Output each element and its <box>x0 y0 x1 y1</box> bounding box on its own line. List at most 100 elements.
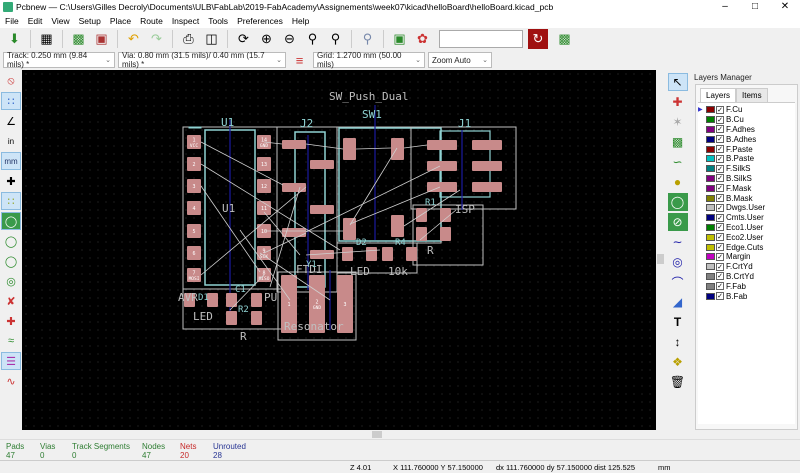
layer-color-swatch[interactable] <box>706 174 715 182</box>
layer-visibility-checkbox[interactable]: ✓ <box>716 164 724 173</box>
add-line-icon[interactable]: ∼ <box>668 233 688 251</box>
layer-color-swatch[interactable] <box>706 135 715 143</box>
layer-color-swatch[interactable] <box>706 253 715 261</box>
units-inch-icon[interactable]: in <box>1 132 21 150</box>
polar-coords-icon[interactable]: ∠ <box>1 112 21 130</box>
grid-icon[interactable]: ∷ <box>1 92 21 110</box>
layer-color-swatch[interactable] <box>706 106 715 114</box>
footprint-editor-icon[interactable]: ▩ <box>68 29 89 49</box>
layer-color-swatch[interactable] <box>706 263 715 271</box>
grid-select[interactable]: Grid: 1.2700 mm (50.00 mils) ⌄ <box>313 51 425 69</box>
search-input[interactable] <box>439 30 523 48</box>
scroll-thumb[interactable] <box>372 431 382 438</box>
drc-off-icon[interactable]: ⦸ <box>1 72 21 90</box>
layer-visibility-checkbox[interactable]: ✓ <box>716 252 724 261</box>
layer-color-swatch[interactable] <box>706 145 715 153</box>
layer-visibility-checkbox[interactable]: ✓ <box>716 292 724 301</box>
layer-visibility-checkbox[interactable]: ✓ <box>716 223 724 232</box>
page-settings-icon[interactable]: ▦ <box>36 29 57 49</box>
close-button[interactable]: ✕ <box>770 0 800 14</box>
layer-row-dwgs-user[interactable]: ✓ Dwgs.User <box>698 203 795 213</box>
vertical-scrollbar[interactable] <box>656 70 665 430</box>
layer-color-swatch[interactable] <box>706 116 715 124</box>
layer-row-b-silks[interactable]: ✓ B.SilkS <box>698 174 795 184</box>
redo-icon[interactable]: ↷ <box>146 29 167 49</box>
microwave-icon[interactable]: ✚ <box>1 312 21 330</box>
layer-color-swatch[interactable] <box>706 292 715 300</box>
add-footprint-icon[interactable]: ▩ <box>668 133 688 151</box>
via-size-select[interactable]: Via: 0.80 mm (31.5 mils)/ 0.40 mm (15.7 … <box>118 51 286 69</box>
ratsnest-icon[interactable]: ∷ <box>1 192 21 210</box>
delete-icon[interactable]: 🗑 <box>668 373 688 391</box>
units-mm-icon[interactable]: mm <box>1 152 21 170</box>
menu-help[interactable]: Help <box>292 16 309 26</box>
layer-row-b-adhes[interactable]: ✓ B.Adhes <box>698 134 795 144</box>
zoom-selection-icon[interactable]: ⚲ <box>325 29 346 49</box>
layer-color-swatch[interactable] <box>706 204 715 212</box>
find-icon[interactable]: ⚲ <box>357 29 378 49</box>
zoom-fit-icon[interactable]: ⚲ <box>302 29 323 49</box>
length-tuning-icon[interactable]: ∿ <box>1 372 21 390</box>
layer-row-f-paste[interactable]: ✓ F.Paste <box>698 144 795 154</box>
layer-color-swatch[interactable] <box>706 194 715 202</box>
keepout-area-icon[interactable]: ⊘ <box>667 213 688 231</box>
add-arc-icon[interactable]: ⌒ <box>668 273 688 291</box>
layer-color-swatch[interactable] <box>706 165 715 173</box>
add-polygon-icon[interactable]: ◢ <box>668 293 688 311</box>
layer-row-edge-cuts[interactable]: ✓ Edge.Cuts <box>698 242 795 252</box>
menu-edit[interactable]: Edit <box>28 16 43 26</box>
layer-alignment-target-icon[interactable]: ❖ <box>668 353 688 371</box>
layer-visibility-checkbox[interactable]: ✓ <box>716 282 724 291</box>
horizontal-scrollbar[interactable] <box>22 430 656 439</box>
layer-color-swatch[interactable] <box>706 125 715 133</box>
local-ratsnest-icon[interactable]: ✶ <box>668 113 688 131</box>
layer-row-cmts-user[interactable]: ✓ Cmts.User <box>698 213 795 223</box>
layer-visibility-checkbox[interactable]: ✓ <box>716 135 724 144</box>
menu-setup[interactable]: Setup <box>79 16 101 26</box>
route-track-icon[interactable]: ∽ <box>668 153 688 171</box>
plot-icon[interactable]: ◫ <box>201 29 222 49</box>
undo-icon[interactable]: ↶ <box>123 29 144 49</box>
layer-stack-icon[interactable]: ☰ <box>1 352 21 370</box>
track-width-select[interactable]: Track: 0.250 mm (9.84 mils) * ⌄ <box>3 51 115 69</box>
highlight-net-icon[interactable]: ✚ <box>668 93 688 111</box>
layer-visibility-checkbox[interactable]: ✓ <box>716 115 724 124</box>
select-arrow-icon[interactable]: ↖ <box>667 73 688 91</box>
menu-preferences[interactable]: Preferences <box>237 16 283 26</box>
layer-row-f-crtyd[interactable]: ✓ F.CrtYd <box>698 262 795 272</box>
add-dimension-icon[interactable]: ↕ <box>668 333 688 351</box>
scripting-icon[interactable]: ↻ <box>528 29 548 49</box>
add-zone-icon[interactable]: ◯ <box>667 193 688 211</box>
add-circle-icon[interactable]: ◎ <box>668 253 688 271</box>
layer-visibility-checkbox[interactable]: ✓ <box>716 154 724 163</box>
menu-view[interactable]: View <box>51 16 69 26</box>
layer-visibility-checkbox[interactable]: ✓ <box>716 184 724 193</box>
maximize-button[interactable]: □ <box>740 0 770 14</box>
layer-row-eco1-user[interactable]: ✓ Eco1.User <box>698 223 795 233</box>
layer-visibility-checkbox[interactable]: ✓ <box>716 243 724 252</box>
layer-visibility-checkbox[interactable]: ✓ <box>716 145 724 154</box>
layer-row-eco2-user[interactable]: ✓ Eco2.User <box>698 232 795 242</box>
layer-visibility-checkbox[interactable]: ✓ <box>716 105 724 114</box>
layer-visibility-checkbox[interactable]: ✓ <box>716 203 724 212</box>
cursor-shape-icon[interactable]: ✚ <box>1 172 21 190</box>
menu-tools[interactable]: Tools <box>208 16 228 26</box>
layer-visibility-checkbox[interactable]: ✓ <box>716 213 724 222</box>
layer-color-swatch[interactable] <box>706 282 715 290</box>
zoom-select[interactable]: Zoom Auto ⌄ <box>428 52 492 68</box>
python-console-icon[interactable]: ▩ <box>554 29 575 49</box>
pad-sketch-icon[interactable]: ◯ <box>1 232 21 250</box>
layer-color-swatch[interactable] <box>706 243 715 251</box>
track-sketch-icon[interactable]: ◎ <box>1 272 21 290</box>
pcb-canvas[interactable]: 1 VCC 2 3 4 5 6 7 MOSI 14 GND 13 12 11 10 9 SCK 8 MISO 1 2 GN… <box>22 70 656 430</box>
layer-row-f-fab[interactable]: ✓ F.Fab <box>698 281 795 291</box>
layer-color-swatch[interactable] <box>706 233 715 241</box>
tab-items[interactable]: Items <box>736 88 768 102</box>
zone-fill-icon[interactable]: ◯ <box>1 212 21 230</box>
layer-color-swatch[interactable] <box>706 155 715 163</box>
netlist-icon[interactable]: ▣ <box>389 29 410 49</box>
layers-manager-toggle-icon[interactable]: ≈ <box>1 332 21 350</box>
layer-color-swatch[interactable] <box>706 184 715 192</box>
footprint-library-icon[interactable]: ▣ <box>91 29 112 49</box>
layer-color-swatch[interactable] <box>706 214 715 222</box>
